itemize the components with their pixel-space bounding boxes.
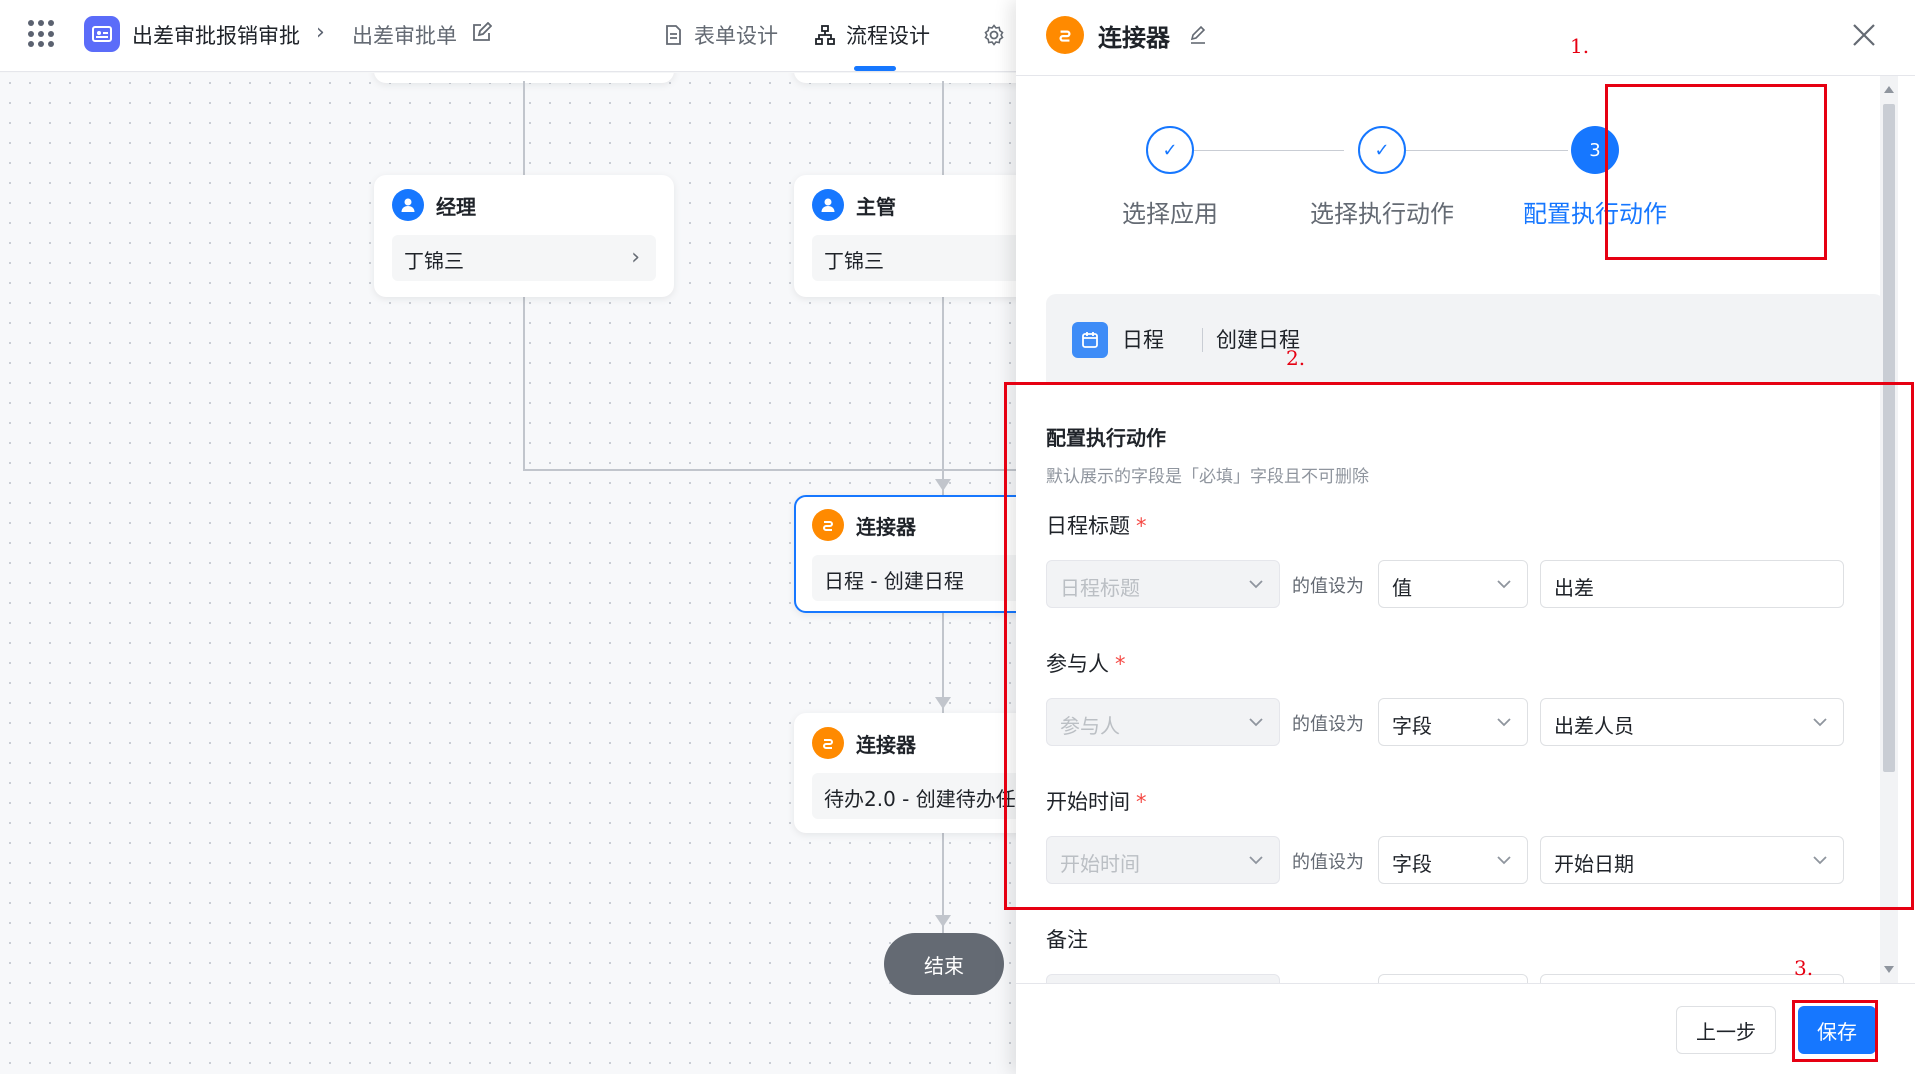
annotation-box-config: [1004, 382, 1914, 910]
node-title: 连接器: [856, 732, 916, 757]
flow-canvas[interactable]: 经理 丁锦三 › 主管 丁锦三 连接器 日程 - 创建日程 连接器 待办2.0 …: [0, 73, 1020, 1074]
connector-line: [523, 469, 1020, 471]
app-logo-icon: [84, 16, 120, 52]
step-connector-line: [1194, 150, 1344, 151]
pen-icon[interactable]: [1188, 25, 1208, 45]
connector-icon: [1046, 16, 1084, 54]
annotation-label-3: 3.: [1794, 956, 1814, 980]
assignee-name: 丁锦三: [404, 249, 464, 273]
app-grid-icon[interactable]: [28, 20, 56, 48]
node-title: 经理: [436, 194, 476, 219]
action-name: 日程 - 创建日程: [824, 569, 964, 593]
node-assignee[interactable]: 丁锦三 ›: [392, 235, 656, 281]
node-action[interactable]: 待办2.0 - 创建待办任: [812, 773, 1020, 819]
flow-node-connector-todo[interactable]: 连接器 待办2.0 - 创建待办任: [794, 713, 1020, 833]
drawer-title: 连接器: [1046, 16, 1208, 54]
step-connector-line: [1406, 150, 1568, 151]
previous-step-button[interactable]: 上一步: [1676, 1006, 1776, 1054]
flow-node-supervisor[interactable]: 主管 丁锦三: [794, 175, 1020, 297]
annotation-label-1: 1.: [1570, 34, 1590, 58]
connector-icon: [812, 509, 844, 541]
user-icon: [392, 189, 424, 221]
node-header: 经理: [392, 189, 476, 221]
node-title: 主管: [856, 194, 896, 219]
connector-line: [523, 297, 525, 471]
flow-node-partial[interactable]: [794, 73, 1020, 83]
app-name: 日程: [1122, 328, 1164, 352]
arrow-down-icon: [935, 697, 951, 709]
active-tab-indicator: [854, 66, 896, 71]
document-icon: [666, 25, 681, 45]
node-header: 连接器: [812, 509, 916, 541]
arrow-down-icon: [935, 915, 951, 927]
app-title[interactable]: 出差审批报销审批: [132, 20, 300, 50]
chevron-right-icon: ›: [316, 20, 325, 45]
flow-node-connector-schedule[interactable]: 连接器 日程 - 创建日程: [794, 495, 1020, 613]
connector-line: [942, 297, 944, 471]
close-icon[interactable]: [1851, 22, 1877, 48]
connector-icon: [812, 727, 844, 759]
node-title: 连接器: [856, 514, 916, 539]
drawer-footer: 上一步 保存: [1016, 983, 1915, 1074]
drawer-header: 连接器: [1016, 0, 1915, 76]
arrow-down-icon: [935, 479, 951, 491]
tab-form-design[interactable]: 表单设计: [662, 20, 778, 50]
node-action[interactable]: 日程 - 创建日程: [812, 555, 1020, 601]
step-label-select-app: 选择应用: [1122, 200, 1218, 228]
check-icon: ✓: [1358, 126, 1406, 174]
edit-icon[interactable]: [470, 22, 492, 44]
breadcrumb-form-name[interactable]: 出差审批单: [352, 20, 457, 50]
calendar-icon: [1072, 322, 1108, 358]
flow-end-node[interactable]: 结束: [884, 933, 1004, 995]
assignee-name: 丁锦三: [824, 249, 884, 273]
flow-icon: [815, 25, 835, 45]
tab-flow-design[interactable]: 流程设计: [814, 20, 930, 50]
check-icon: ✓: [1146, 126, 1194, 174]
step-label-select-action: 选择执行动作: [1310, 200, 1454, 228]
divider: [1202, 328, 1203, 352]
tab-label: 流程设计: [846, 24, 930, 48]
node-header: 主管: [812, 189, 896, 221]
scroll-up-icon[interactable]: [1884, 86, 1894, 93]
node-assignee[interactable]: 丁锦三: [812, 235, 1020, 281]
field-label-note: 备注: [1046, 928, 1088, 952]
scroll-down-icon[interactable]: [1884, 966, 1894, 973]
node-header: 连接器: [812, 727, 916, 759]
selected-app-summary: 日程 创建日程: [1046, 294, 1884, 384]
drawer-title-text: 连接器: [1098, 23, 1170, 52]
annotation-label-2: 2.: [1286, 346, 1306, 370]
annotation-box-save: [1792, 1000, 1878, 1062]
gear-icon[interactable]: [982, 23, 1006, 47]
flow-node-manager[interactable]: 经理 丁锦三 ›: [374, 175, 674, 297]
tab-label: 表单设计: [694, 24, 778, 48]
annotation-box-step: [1605, 84, 1827, 260]
user-icon: [812, 189, 844, 221]
chevron-right-icon: ›: [631, 245, 640, 270]
action-name: 待办2.0 - 创建待办任: [824, 787, 1016, 811]
